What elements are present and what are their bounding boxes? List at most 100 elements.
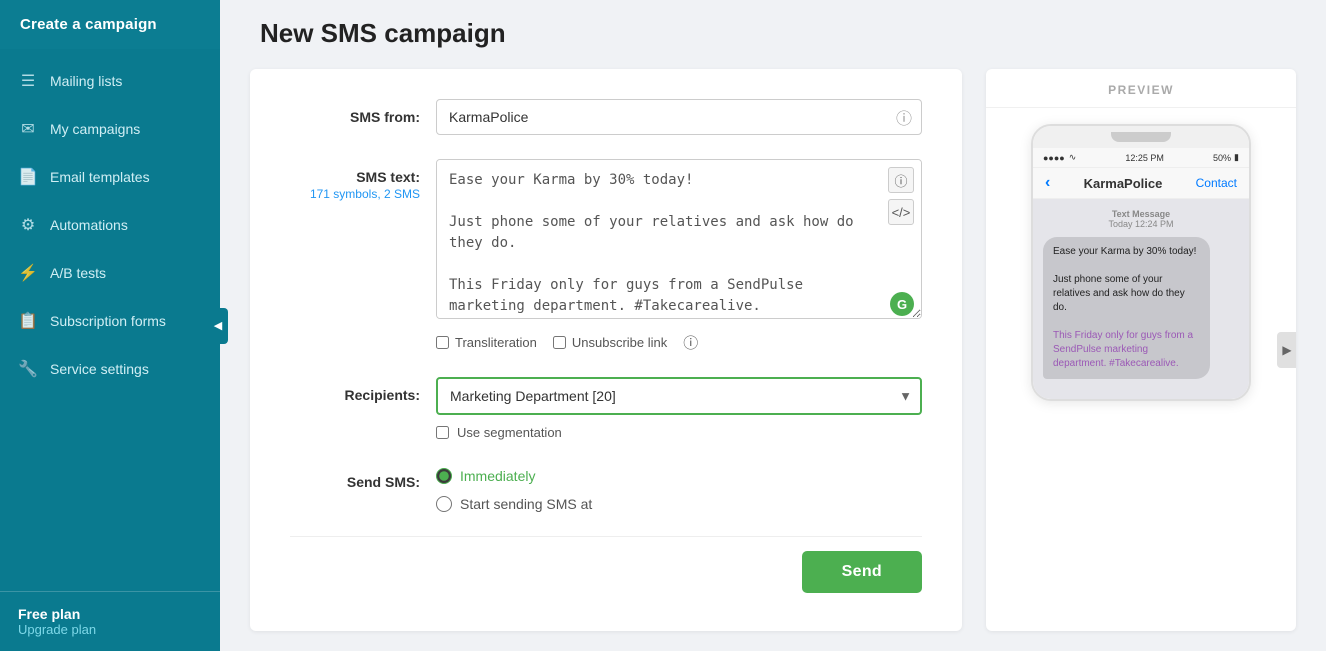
unsubscribe-link-label: Unsubscribe link	[572, 335, 667, 350]
sms-from-row: SMS from: ⓘ	[290, 99, 922, 135]
schedule-text: Start sending SMS at	[460, 496, 592, 512]
template-icon: 📄	[18, 167, 38, 187]
settings-icon: 🔧	[18, 359, 38, 379]
use-segmentation-label[interactable]: Use segmentation	[436, 425, 922, 440]
phone-notch	[1111, 132, 1171, 142]
help-icon[interactable]: ⓘ	[888, 167, 914, 193]
phone-signal-icons: ●●●● ∿	[1043, 152, 1076, 163]
preview-header: PREVIEW	[986, 69, 1296, 108]
sidebar-item-label: Automations	[50, 217, 128, 233]
list-icon: ☰	[18, 71, 38, 91]
phone-mockup: ●●●● ∿ 12:25 PM 50% ▮ ‹ KarmaPolice Cont…	[1031, 124, 1251, 401]
preview-panel: PREVIEW ▶ ●●●● ∿ 12:25 PM 50% ▮	[986, 69, 1296, 631]
recipients-label: Recipients:	[290, 377, 420, 403]
sms-symbols-count: 171 symbols, 2 SMS	[290, 187, 420, 201]
send-sms-row: Send SMS: Immediately Start sending SMS …	[290, 464, 922, 512]
plan-name: Free plan	[18, 606, 202, 622]
immediately-text: Immediately	[460, 468, 535, 484]
transliteration-checkbox[interactable]	[436, 336, 449, 349]
sidebar: Create a campaign ☰ Mailing lists ✉ My c…	[0, 0, 220, 651]
ab-icon: ⚡	[18, 263, 38, 283]
main-content: New SMS campaign SMS from: ⓘ SMS text: 1…	[220, 0, 1326, 651]
sidebar-item-ab-tests[interactable]: ⚡ A/B tests	[0, 249, 220, 297]
msg-text-2: Just phone some of your relatives and as…	[1053, 274, 1185, 313]
sms-from-input-wrap: ⓘ	[436, 99, 922, 135]
sidebar-item-label: A/B tests	[50, 265, 106, 281]
schedule-radio[interactable]	[436, 496, 452, 512]
sidebar-item-label: Email templates	[50, 169, 150, 185]
use-segmentation-checkbox[interactable]	[436, 426, 449, 439]
use-segmentation-text: Use segmentation	[457, 425, 562, 440]
sub-icon: 📋	[18, 311, 38, 331]
sms-from-label: SMS from:	[290, 99, 420, 125]
sms-text-row: SMS text: 171 symbols, 2 SMS Ease your K…	[290, 159, 922, 353]
create-campaign-button[interactable]: Create a campaign	[0, 0, 220, 49]
sms-textarea-wrap: Ease your Karma by 30% today! Just phone…	[436, 159, 922, 324]
sidebar-item-my-campaigns[interactable]: ✉ My campaigns	[0, 105, 220, 153]
sms-text-control-wrap: Ease your Karma by 30% today! Just phone…	[436, 159, 922, 353]
sidebar-nav: ☰ Mailing lists ✉ My campaigns 📄 Email t…	[0, 49, 220, 591]
sidebar-item-subscription-forms[interactable]: 📋 Subscription forms	[0, 297, 220, 345]
phone-nav-bar: ‹ KarmaPolice Contact	[1033, 168, 1249, 199]
unsubscribe-link-checkbox[interactable]	[553, 336, 566, 349]
upgrade-link[interactable]: Upgrade plan	[18, 622, 202, 637]
send-sms-control-wrap: Immediately Start sending SMS at	[436, 464, 922, 512]
sidebar-item-label: Service settings	[50, 361, 149, 377]
phone-status-bar: ●●●● ∿ 12:25 PM 50% ▮	[1033, 148, 1249, 168]
phone-battery: 50% ▮	[1213, 152, 1239, 163]
content-area: SMS from: ⓘ SMS text: 171 symbols, 2 SMS…	[220, 59, 1326, 651]
sidebar-bottom: Free plan Upgrade plan	[0, 591, 220, 651]
textarea-options: Transliteration Unsubscribe link ⓘ	[436, 332, 922, 353]
page-header: New SMS campaign	[220, 0, 1326, 59]
sidebar-collapse-button[interactable]: ◀	[208, 308, 228, 344]
sidebar-item-automations[interactable]: ⚙ Automations	[0, 201, 220, 249]
sidebar-item-service-settings[interactable]: 🔧 Service settings	[0, 345, 220, 393]
dots-icon: ●●●●	[1043, 153, 1065, 163]
campaign-form-card: SMS from: ⓘ SMS text: 171 symbols, 2 SMS…	[250, 69, 962, 631]
campaign-icon: ✉	[18, 119, 38, 139]
sidebar-item-label: Mailing lists	[50, 73, 122, 89]
transliteration-label: Transliteration	[455, 335, 537, 350]
send-row: Send	[290, 536, 922, 593]
back-icon: ‹	[1045, 174, 1050, 192]
transliteration-checkbox-label[interactable]: Transliteration	[436, 335, 537, 350]
battery-percent: 50%	[1213, 153, 1231, 163]
recipients-control-wrap: Marketing Department [20] ▼ Use segmenta…	[436, 377, 922, 440]
code-icon[interactable]: </>	[888, 199, 914, 225]
phone-contact-link: Contact	[1196, 176, 1237, 190]
sms-from-input[interactable]	[436, 99, 922, 135]
battery-icon: ▮	[1234, 152, 1239, 163]
phone-message-area: Text Message Today 12:24 PM Ease your Ka…	[1033, 199, 1249, 399]
sms-text-label: SMS text: 171 symbols, 2 SMS	[290, 159, 420, 201]
sms-from-field-wrap: ⓘ	[436, 99, 922, 135]
message-bubble: Ease your Karma by 30% today! Just phone…	[1043, 237, 1210, 379]
phone-contact-name: KarmaPolice	[1084, 176, 1163, 191]
sidebar-item-label: Subscription forms	[50, 313, 166, 329]
grammarly-icon: G	[890, 292, 914, 316]
msg-time: Today 12:24 PM	[1043, 219, 1239, 229]
msg-text-3: This Friday only for guys from a SendPul…	[1053, 330, 1193, 369]
msg-text-1: Ease your Karma by 30% today!	[1053, 246, 1196, 257]
schedule-radio-label[interactable]: Start sending SMS at	[436, 496, 922, 512]
sidebar-item-mailing-lists[interactable]: ☰ Mailing lists	[0, 57, 220, 105]
sidebar-item-email-templates[interactable]: 📄 Email templates	[0, 153, 220, 201]
immediately-radio[interactable]	[436, 468, 452, 484]
send-sms-radio-group: Immediately Start sending SMS at	[436, 464, 922, 512]
send-sms-label: Send SMS:	[290, 464, 420, 490]
sms-text-input[interactable]: Ease your Karma by 30% today! Just phone…	[436, 159, 922, 319]
sms-from-help-icon[interactable]: ⓘ	[896, 105, 912, 129]
unsubscribe-link-checkbox-label[interactable]: Unsubscribe link	[553, 335, 667, 350]
msg-title: Text Message	[1043, 209, 1239, 219]
textarea-toolbar: ⓘ </>	[888, 167, 914, 225]
send-button[interactable]: Send	[802, 551, 922, 593]
unsubscribe-help-icon[interactable]: ⓘ	[683, 332, 698, 353]
sidebar-item-label: My campaigns	[50, 121, 140, 137]
page-title: New SMS campaign	[260, 18, 1286, 49]
preview-toggle-button[interactable]: ▶	[1277, 332, 1296, 368]
phone-time: 12:25 PM	[1125, 153, 1164, 163]
message-timestamp: Text Message Today 12:24 PM	[1043, 209, 1239, 229]
immediately-radio-label[interactable]: Immediately	[436, 468, 922, 484]
recipients-row: Recipients: Marketing Department [20] ▼ …	[290, 377, 922, 440]
recipients-select[interactable]: Marketing Department [20]	[436, 377, 922, 415]
phone-top	[1033, 126, 1249, 148]
